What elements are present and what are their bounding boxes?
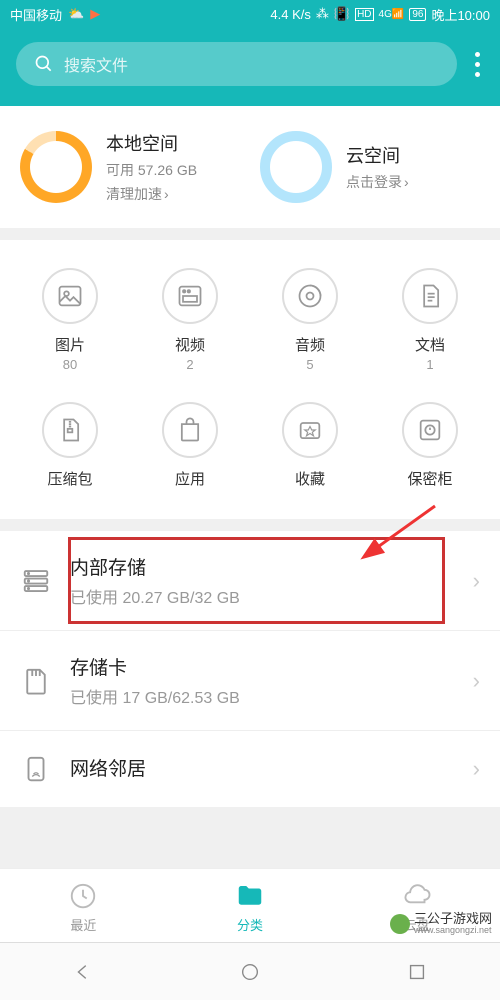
category-doc[interactable]: 文档 1 — [370, 260, 490, 380]
category-zip[interactable]: 压缩包 — [10, 394, 130, 499]
local-usage-ring — [20, 131, 92, 203]
search-icon — [34, 54, 54, 74]
folder-icon — [235, 881, 265, 911]
chevron-right-icon: › — [404, 174, 409, 190]
local-available: 可用 57.26 GB — [106, 160, 197, 180]
storage-overview: 本地空间 可用 57.26 GB 清理加速› 云空间 点击登录› — [0, 106, 500, 228]
clock-icon — [68, 881, 98, 911]
internal-storage-item[interactable]: 内部存储 已使用 20.27 GB/32 GB › — [0, 531, 500, 630]
category-label: 文档 — [415, 334, 445, 355]
category-fav[interactable]: 收藏 — [250, 394, 370, 499]
app-icon: ▶ — [90, 6, 100, 22]
cloud-login-link[interactable]: 点击登录› — [346, 172, 409, 192]
tab-label: 分类 — [237, 915, 263, 934]
sd-card-icon — [20, 665, 52, 697]
carrier-label: 中国移动 — [10, 5, 62, 24]
weather-icon: ⛅ — [68, 6, 84, 22]
storage-item-sub: 已使用 17 GB/62.53 GB — [70, 684, 455, 708]
tab-recent[interactable]: 最近 — [0, 881, 167, 934]
network-icon — [20, 753, 52, 785]
storage-item-title: 内部存储 — [70, 553, 455, 580]
safe-icon — [402, 402, 458, 458]
doc-icon — [402, 268, 458, 324]
battery-indicator: 96 — [409, 8, 426, 21]
bluetooth-icon: ⁂ — [316, 6, 329, 22]
cloud-icon — [402, 881, 432, 911]
category-count: 1 — [426, 357, 433, 372]
cloud-storage-card[interactable]: 云空间 点击登录› — [260, 130, 480, 204]
more-menu-button[interactable] — [471, 52, 484, 77]
category-image[interactable]: 图片 80 — [10, 260, 130, 380]
category-app[interactable]: 应用 — [130, 394, 250, 499]
category-safe[interactable]: 保密柜 — [370, 394, 490, 499]
app-icon — [162, 402, 218, 458]
search-area: 搜索文件 — [0, 28, 500, 106]
zip-icon — [42, 402, 98, 458]
hd-icon: HD — [355, 8, 373, 21]
cloud-usage-ring — [260, 131, 332, 203]
category-label: 音频 — [295, 334, 325, 355]
nav-bar — [0, 942, 500, 1000]
chevron-right-icon: › — [473, 668, 480, 694]
local-storage-card[interactable]: 本地空间 可用 57.26 GB 清理加速› — [20, 130, 240, 204]
time-label: 晚上10:00 — [431, 5, 490, 24]
watermark: 三公子游戏网 www.sangongzi.net — [390, 912, 492, 936]
storage-list: 内部存储 已使用 20.27 GB/32 GB › 存储卡 已使用 17 GB/… — [0, 531, 500, 807]
chevron-right-icon: › — [473, 756, 480, 782]
search-placeholder: 搜索文件 — [64, 52, 128, 76]
category-count: 5 — [306, 357, 313, 372]
category-label: 图片 — [55, 334, 85, 355]
category-label: 压缩包 — [47, 468, 92, 489]
category-label: 应用 — [175, 468, 205, 489]
category-audio[interactable]: 音频 5 — [250, 260, 370, 380]
vibrate-icon: 📳 — [334, 6, 350, 22]
back-button[interactable] — [72, 961, 94, 983]
local-title: 本地空间 — [106, 130, 197, 156]
internal-storage-icon — [20, 565, 52, 597]
recent-apps-button[interactable] — [406, 961, 428, 983]
category-label: 保密柜 — [407, 468, 452, 489]
category-count: 2 — [186, 357, 193, 372]
chevron-right-icon: › — [473, 568, 480, 594]
chevron-right-icon: › — [164, 186, 169, 202]
signal-icon: 4G📶 — [379, 9, 405, 20]
image-icon — [42, 268, 98, 324]
cloud-title: 云空间 — [346, 142, 409, 168]
watermark-url: www.sangongzi.net — [414, 926, 492, 936]
network-neighborhood-item[interactable]: 网络邻居 › — [0, 730, 500, 807]
watermark-text: 三公子游戏网 — [414, 912, 492, 926]
fav-icon — [282, 402, 338, 458]
storage-item-title: 网络邻居 — [70, 754, 455, 781]
watermark-logo-icon — [390, 914, 410, 934]
speed-label: 4.4 K/s — [270, 7, 310, 22]
storage-item-sub: 已使用 20.27 GB/32 GB — [70, 584, 455, 608]
home-button[interactable] — [239, 961, 261, 983]
video-icon — [162, 268, 218, 324]
status-bar: 中国移动 ⛅ ▶ 4.4 K/s ⁂ 📳 HD 4G📶 96 晚上10:00 — [0, 0, 500, 28]
category-label: 视频 — [175, 334, 205, 355]
search-input[interactable]: 搜索文件 — [16, 42, 457, 86]
sd-card-item[interactable]: 存储卡 已使用 17 GB/62.53 GB › — [0, 630, 500, 730]
tab-label: 最近 — [70, 915, 96, 934]
category-count: 80 — [63, 357, 77, 372]
audio-icon — [282, 268, 338, 324]
category-label: 收藏 — [295, 468, 325, 489]
categories-grid: 图片 80 视频 2 音频 5 文档 1 压缩包 应用 收藏 保密柜 — [0, 240, 500, 519]
cleanup-link[interactable]: 清理加速› — [106, 184, 197, 204]
storage-item-title: 存储卡 — [70, 653, 455, 680]
tab-categories[interactable]: 分类 — [167, 881, 334, 934]
category-video[interactable]: 视频 2 — [130, 260, 250, 380]
